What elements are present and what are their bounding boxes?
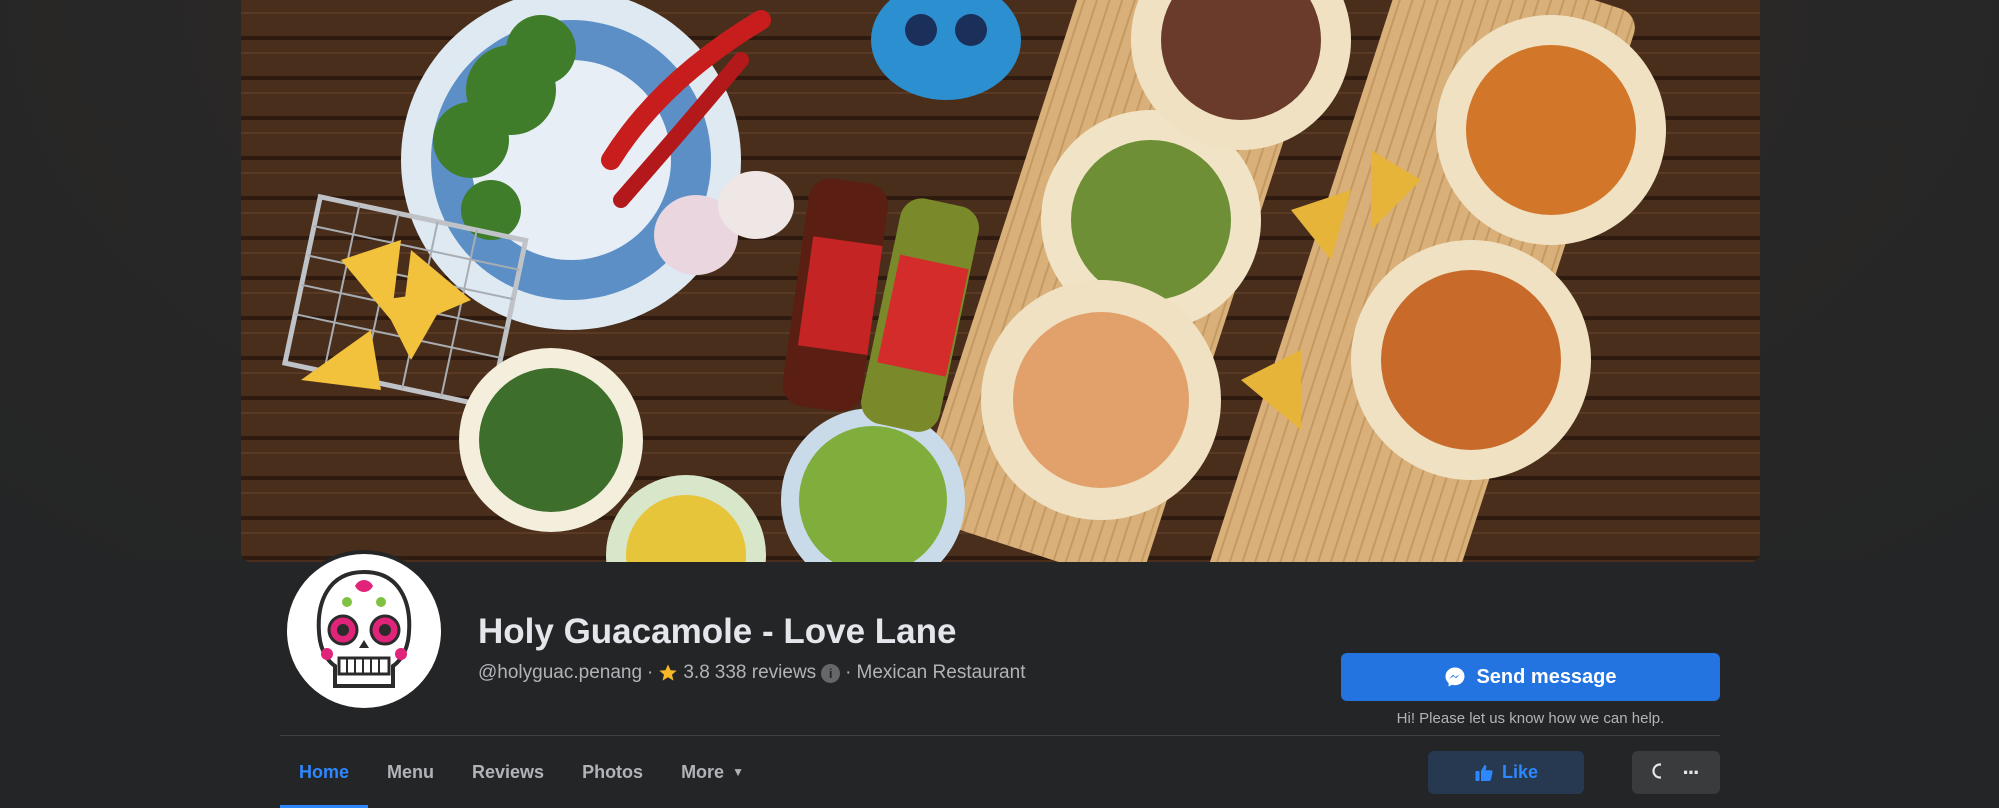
send-message-button[interactable]: Send message: [1341, 653, 1720, 701]
messenger-icon: [1445, 667, 1465, 687]
info-icon[interactable]: i: [821, 663, 841, 683]
tab-label: Home: [299, 761, 350, 782]
tab-menu[interactable]: Menu: [368, 736, 453, 808]
page-category: Mexican Restaurant: [856, 662, 1026, 683]
avatar[interactable]: [287, 554, 441, 708]
reviews-link[interactable]: 338 reviews: [715, 662, 816, 684]
more-options-button[interactable]: ···: [1661, 751, 1720, 794]
tab-label: Menu: [387, 761, 435, 782]
chevron-down-icon: ▼: [732, 765, 744, 779]
meta-separator: ·: [647, 662, 654, 683]
tab-more[interactable]: More ▼: [662, 736, 763, 808]
page-meta: @holyguac.penang · 3.8 338 reviews i · M…: [478, 662, 1025, 684]
food-spread-photo-icon: [241, 0, 1760, 562]
tab-label: Reviews: [472, 761, 545, 782]
cover-photo[interactable]: [241, 0, 1760, 562]
ellipsis-icon: ···: [1682, 759, 1701, 785]
like-label: Like: [1501, 762, 1539, 782]
tab-label: Photos: [582, 761, 644, 782]
send-message-label: Send message: [1476, 665, 1617, 688]
page-handle[interactable]: @holyguac.penang: [478, 662, 642, 684]
tab-photos[interactable]: Photos: [563, 736, 662, 808]
tab-reviews[interactable]: Reviews: [453, 736, 563, 808]
send-message-hint: Hi! Please let us know how we can help.: [1396, 710, 1665, 727]
star-icon: [659, 664, 678, 681]
meta-separator: ·: [845, 662, 852, 683]
tab-label: More: [681, 761, 725, 782]
sugar-skull-logo-icon: [316, 569, 412, 688]
thumbs-up-icon: [1475, 764, 1493, 781]
rating-value: 3.8: [683, 662, 710, 683]
page-title: Holy Guacamole - Love Lane: [478, 612, 957, 651]
like-button[interactable]: Like: [1428, 751, 1584, 794]
page-tabs: Home Menu Reviews Photos More ▼: [280, 736, 763, 808]
tab-home[interactable]: Home: [280, 736, 369, 808]
